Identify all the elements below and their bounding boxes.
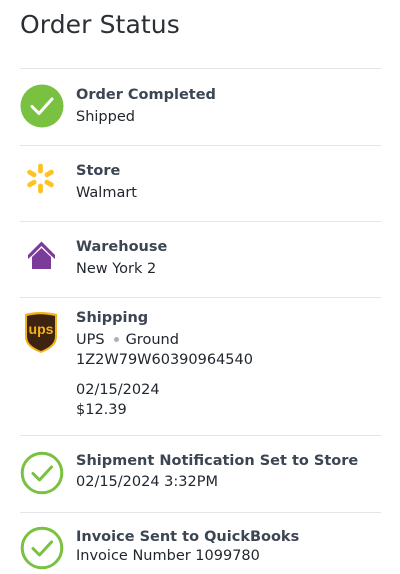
- check-circle-outline-icon: [20, 451, 64, 495]
- notification-value: 02/15/2024 3:32PM: [76, 474, 218, 490]
- order-completed-value: Shipped: [76, 109, 135, 125]
- tracking-number[interactable]: 1Z2W79W60390964540: [76, 352, 253, 368]
- shipping-service: Ground: [125, 332, 179, 348]
- shipping-cost: $12.39: [76, 402, 127, 418]
- check-circle-filled-icon: [20, 84, 64, 128]
- notification-label: Shipment Notification Set to Store: [76, 453, 359, 469]
- warehouse-label: Warehouse: [76, 239, 168, 255]
- page-title: Order Status: [20, 10, 180, 39]
- house-icon: [20, 233, 64, 277]
- ups-logo-icon: ups: [20, 309, 64, 353]
- shipping-carrier-line: UPS Ground: [76, 332, 179, 348]
- invoice-value: Invoice Number 1099780: [76, 548, 260, 564]
- ups-logo-text: ups: [28, 321, 54, 337]
- store-value: Walmart: [76, 185, 137, 201]
- divider: [20, 297, 381, 298]
- walmart-spark-icon: [20, 157, 64, 201]
- divider: [20, 68, 381, 69]
- shipping-label: Shipping: [76, 310, 149, 326]
- warehouse-value: New York 2: [76, 261, 157, 277]
- divider: [20, 145, 381, 146]
- shipping-carrier: UPS: [76, 332, 105, 348]
- divider: [20, 435, 381, 436]
- invoice-label: Invoice Sent to QuickBooks: [76, 529, 300, 545]
- check-circle-outline-icon: [20, 526, 64, 570]
- order-completed-label: Order Completed: [76, 87, 216, 103]
- shipping-date: 02/15/2024: [76, 382, 160, 398]
- separator-dot: [113, 336, 119, 342]
- divider: [20, 221, 381, 222]
- divider: [20, 512, 381, 513]
- store-label: Store: [76, 163, 121, 179]
